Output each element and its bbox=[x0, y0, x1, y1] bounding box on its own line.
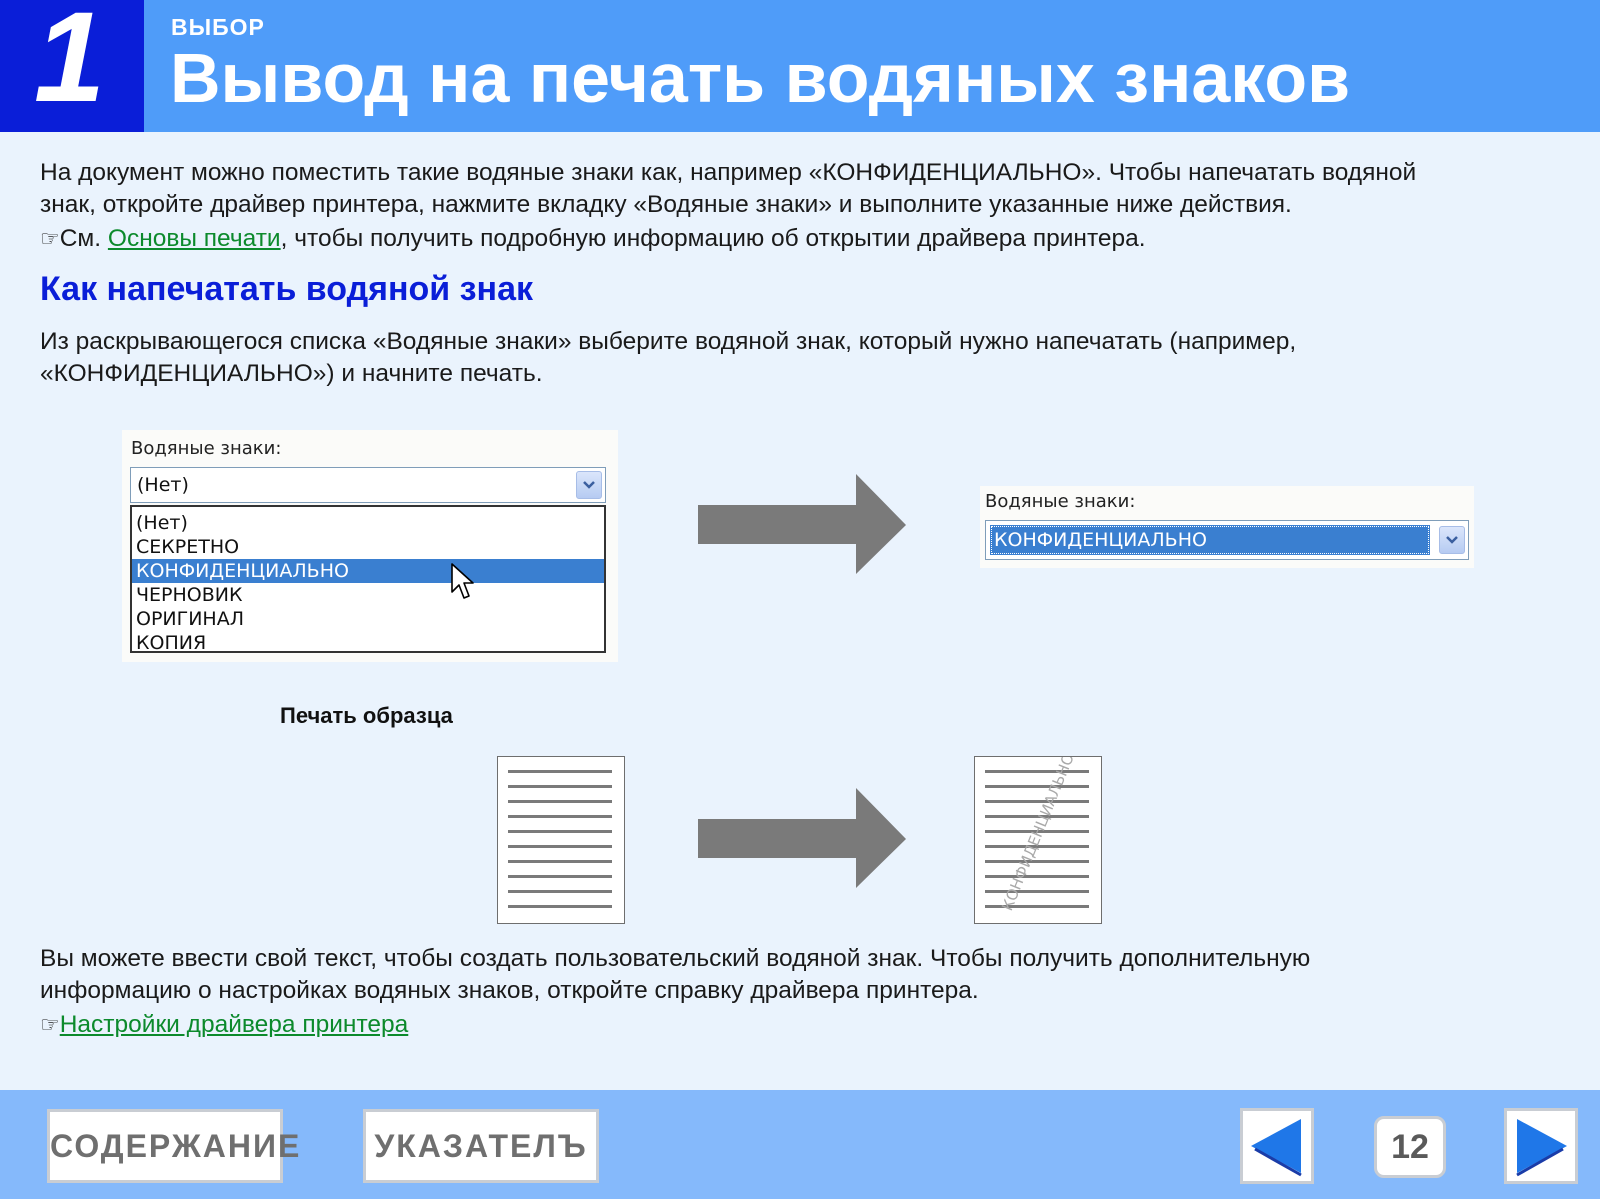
ref-suffix: , чтобы получить подробную информацию об… bbox=[280, 225, 1146, 252]
outro-reference: ☞Настройки драйвера принтера bbox=[40, 1009, 1310, 1041]
prev-page-button[interactable] bbox=[1240, 1108, 1314, 1184]
watermark-dropdown-open[interactable]: (Нет) bbox=[130, 467, 606, 503]
chapter-header: 1 ВЫБОР Вывод на печать водяных знаков bbox=[0, 0, 1600, 132]
link-printing-basics[interactable]: Основы печати bbox=[108, 225, 281, 252]
page-without-watermark-icon bbox=[497, 756, 625, 924]
section-line-2: «КОНФИДЕНЦИАЛЬНО») и начните печать. bbox=[40, 360, 543, 387]
intro-reference: ☞См. Основы печати, чтобы получить подро… bbox=[40, 223, 1416, 255]
reference-hand-icon: ☞ bbox=[40, 1012, 60, 1037]
outro-line-2: информацию о настройках водяных знаков, … bbox=[40, 977, 979, 1004]
chapter-number: 1 bbox=[34, 0, 106, 129]
outro-paragraph: Вы можете ввести свой текст, чтобы созда… bbox=[40, 943, 1310, 1041]
dropdown-arrow-button[interactable] bbox=[576, 471, 602, 499]
section-heading: Как напечатать водяной знак bbox=[40, 270, 533, 308]
chevron-down-icon bbox=[1446, 536, 1458, 544]
chevron-down-icon bbox=[583, 481, 595, 489]
contents-button[interactable]: СОДЕРЖАНИЕ bbox=[47, 1109, 299, 1183]
dropdown-current-value: (Нет) bbox=[137, 474, 189, 496]
intro-line-2: знак, откройте драйвер принтера, нажмите… bbox=[40, 191, 1292, 218]
option-copy[interactable]: КОПИЯ bbox=[132, 631, 604, 655]
page-with-watermark-icon: КОНФИДЕНЦИАЛЬНО bbox=[974, 756, 1102, 924]
page-number: 12 bbox=[1374, 1116, 1446, 1178]
chapter-eyebrow: ВЫБОР bbox=[171, 14, 265, 40]
option-original[interactable]: ОРИГИНАЛ bbox=[132, 607, 604, 631]
watermark-dropdown-label: Водяные знаки: bbox=[131, 438, 282, 459]
dropdown-selected-value: КОНФИДЕНЦИАЛЬНО bbox=[990, 525, 1430, 555]
dropdown-arrow-button-after[interactable] bbox=[1439, 526, 1465, 554]
sample-caption: Печать образца bbox=[280, 703, 453, 728]
ref-prefix: См. bbox=[59, 225, 108, 252]
intro-paragraph: На документ можно поместить такие водяны… bbox=[40, 157, 1416, 255]
left-triangle-icon bbox=[1251, 1119, 1302, 1177]
chapter-number-block: 1 bbox=[0, 0, 144, 132]
right-arrow-icon bbox=[698, 474, 906, 574]
intro-line-1: На документ можно поместить такие водяны… bbox=[40, 159, 1417, 186]
watermark-options-list: (Нет) СЕКРЕТНО КОНФИДЕНЦИАЛЬНО ЧЕРНОВИК … bbox=[130, 505, 606, 655]
option-draft[interactable]: ЧЕРНОВИК bbox=[132, 583, 604, 607]
section-line-1: Из раскрывающегося списка «Водяные знаки… bbox=[40, 328, 1297, 355]
link-printer-driver-settings[interactable]: Настройки драйвера принтера bbox=[60, 1011, 409, 1038]
right-triangle-icon bbox=[1516, 1119, 1567, 1177]
right-arrow-icon bbox=[698, 788, 906, 888]
section-paragraph: Из раскрывающегося списка «Водяные знаки… bbox=[40, 326, 1296, 390]
mouse-pointer-icon bbox=[451, 563, 474, 599]
page-title: Вывод на печать водяных знаков bbox=[170, 39, 1351, 117]
watermark-dropdown-label-after: Водяные знаки: bbox=[985, 491, 1136, 512]
index-button[interactable]: УКАЗАТЕЛЪ bbox=[363, 1109, 599, 1183]
watermark-dropdown-selected[interactable]: КОНФИДЕНЦИАЛЬНО bbox=[985, 520, 1469, 560]
next-page-button[interactable] bbox=[1504, 1108, 1578, 1184]
outro-line-1: Вы можете ввести свой текст, чтобы созда… bbox=[40, 945, 1311, 972]
option-secret[interactable]: СЕКРЕТНО bbox=[132, 535, 604, 559]
option-none[interactable]: (Нет) bbox=[132, 511, 604, 535]
option-confidential[interactable]: КОНФИДЕНЦИАЛЬНО bbox=[132, 559, 604, 583]
reference-hand-icon: ☞ bbox=[40, 226, 60, 251]
